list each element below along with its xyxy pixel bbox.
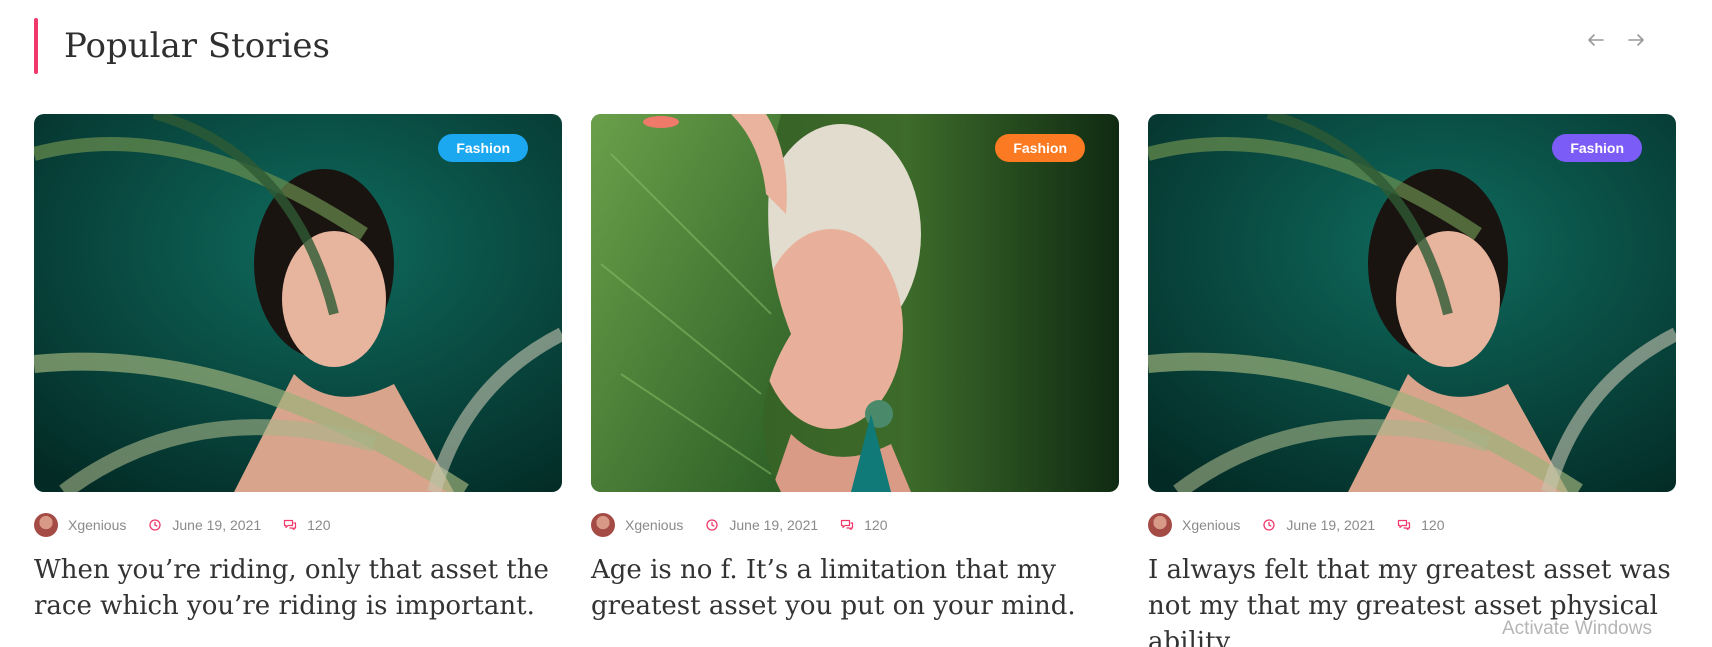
next-button[interactable]	[1626, 30, 1646, 50]
title-accent-bar	[34, 18, 38, 74]
date-item: June 19, 2021	[705, 517, 818, 533]
story-title[interactable]: When you’re riding, only that asset the …	[34, 552, 562, 624]
clock-icon	[149, 519, 162, 531]
author-name[interactable]: Xgenious	[1182, 517, 1240, 533]
story-image[interactable]: Fashion	[591, 114, 1119, 492]
clock-icon	[706, 519, 719, 531]
story-meta: Xgenious June 19, 2021 120	[34, 512, 562, 538]
story-title[interactable]: Age is no f. It’s a limitation that my g…	[591, 552, 1119, 624]
author-avatar	[591, 513, 615, 537]
story-meta: Xgenious June 19, 2021 120	[1148, 512, 1676, 538]
comments-item[interactable]: 120	[283, 517, 331, 533]
category-tag[interactable]: Fashion	[1552, 134, 1642, 162]
comment-icon	[841, 519, 854, 531]
clock-icon	[1263, 519, 1276, 531]
comment-icon	[284, 519, 297, 531]
story-meta: Xgenious June 19, 2021 120	[591, 512, 1119, 538]
author-name[interactable]: Xgenious	[68, 517, 126, 533]
story-image[interactable]: Fashion	[1148, 114, 1676, 492]
woman-palm-leaves-image	[1148, 114, 1676, 492]
section-title: Popular Stories	[64, 26, 330, 66]
category-tag[interactable]: Fashion	[438, 134, 528, 162]
section-header: Popular Stories	[34, 18, 330, 74]
author-name[interactable]: Xgenious	[625, 517, 683, 533]
comment-count: 120	[307, 517, 331, 533]
author-avatar	[34, 513, 58, 537]
comments-item[interactable]: 120	[1397, 517, 1445, 533]
author-avatar	[1148, 513, 1172, 537]
story-card: Fashion Xgenious June 19, 2021	[591, 114, 1119, 647]
popular-stories-section: Popular Stories Fashion Xgenious June 19…	[0, 0, 1712, 647]
post-date: June 19, 2021	[172, 517, 262, 533]
comment-count: 120	[1421, 517, 1445, 533]
comments-item[interactable]: 120	[840, 517, 888, 533]
story-image[interactable]: Fashion	[34, 114, 562, 492]
carousel-navigation	[1586, 30, 1646, 50]
story-card: Fashion Xgenious June 19, 2021	[1148, 114, 1676, 647]
woman-palm-leaves-image	[34, 114, 562, 492]
comment-icon	[1398, 519, 1411, 531]
story-card: Fashion Xgenious June 19, 2021	[34, 114, 562, 647]
date-item: June 19, 2021	[148, 517, 261, 533]
arrow-left-icon	[1588, 34, 1604, 46]
date-item: June 19, 2021	[1262, 517, 1375, 533]
category-tag[interactable]: Fashion	[995, 134, 1085, 162]
prev-button[interactable]	[1586, 30, 1606, 50]
windows-activation-watermark: Activate Windows	[1502, 618, 1652, 639]
post-date: June 19, 2021	[729, 517, 819, 533]
arrow-right-icon	[1628, 34, 1644, 46]
blonde-woman-leaf-image	[591, 114, 1119, 492]
comment-count: 120	[864, 517, 888, 533]
story-cards: Fashion Xgenious June 19, 2021 120 When …	[34, 114, 1676, 647]
post-date: June 19, 2021	[1286, 517, 1376, 533]
